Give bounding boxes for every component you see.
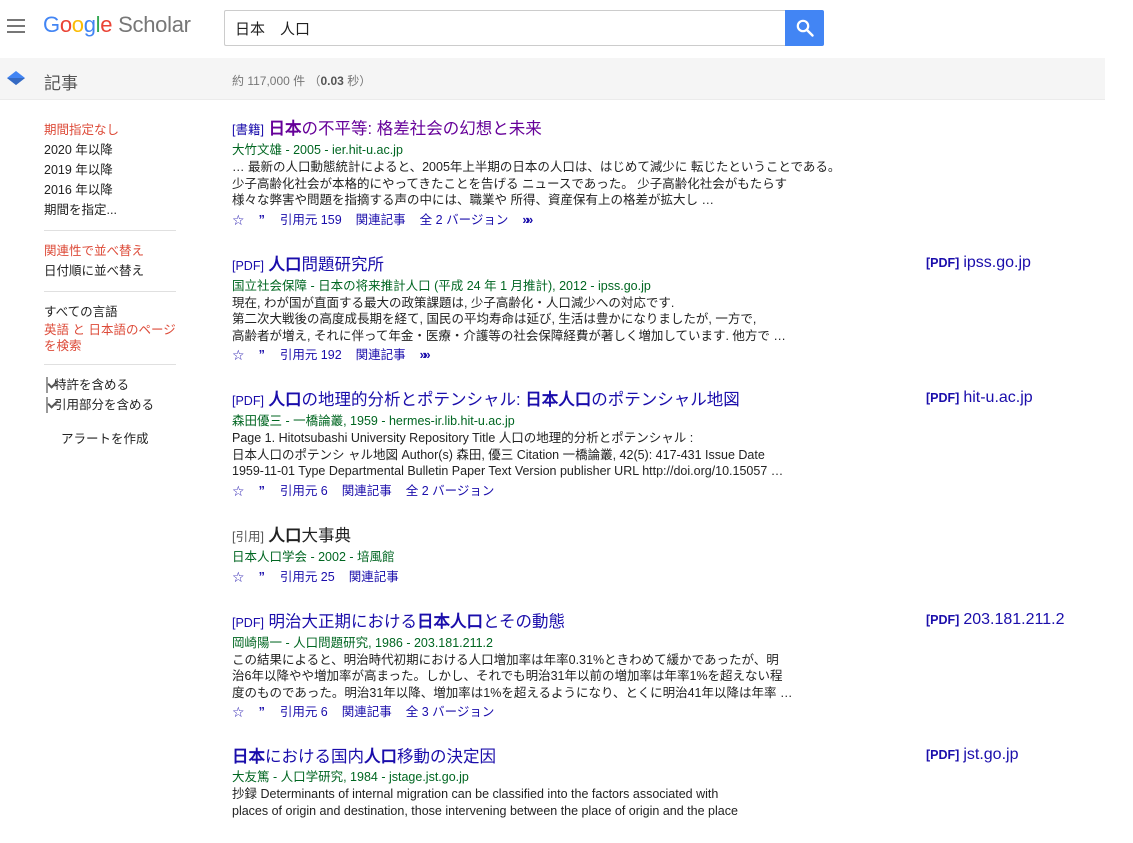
result-title-link[interactable]: 明治大正期における日本人口とその動態 (269, 613, 566, 631)
sort-by-relevance[interactable]: 関連性で並べ替え (44, 241, 184, 261)
result-item: [PDF] 明治大正期における日本人口とその動態 岡崎陽一 - 人口問題研究, … (232, 611, 1112, 723)
star-icon[interactable]: ☆ (232, 702, 245, 722)
related-articles-link[interactable]: 関連記事 (356, 210, 406, 230)
result-actions: ☆ ” 引用元 159 関連記事 全 2 バージョン »» (232, 210, 1112, 230)
result-snippet: … 最新の人口動態統計によると、2005年上半期の日本の人口は、はじめて減少に … (232, 160, 841, 207)
cited-by-link[interactable]: 引用元 6 (280, 702, 328, 722)
filter-since-2016[interactable]: 2016 年以降 (44, 180, 184, 200)
search-input[interactable] (225, 11, 785, 45)
divider (44, 364, 176, 365)
sidebar: 期間指定なし 2020 年以降 2019 年以降 2016 年以降 期間を指定.… (44, 120, 184, 449)
pdf-side-link[interactable]: [PDF] 203.181.211.2 (926, 611, 1064, 629)
result-item: [引用] 人口大事典 日本人口学会 - 2002 - 培風館 ☆ ” 引用元 2… (232, 525, 1112, 587)
result-count: 約 117,000 件 （0.03 秒） (232, 74, 372, 88)
cite-quote-icon[interactable]: ” (259, 567, 265, 587)
result-snippet: この結果によると、明治時代初期における人口増加率は年率0.31%ときわめて緩かで… (232, 652, 793, 700)
result-meta: 森田優三 - 一橋論叢, 1959 - hermes-ir.lib.hit-u.… (232, 414, 515, 428)
result-title-link[interactable]: 人口問題研究所 (269, 256, 385, 274)
lang-all[interactable]: すべての言語 (44, 302, 184, 322)
cited-by-link[interactable]: 引用元 6 (280, 481, 328, 501)
result-title-link[interactable]: 日本の不平等: 格差社会の幻想と未来 (269, 120, 542, 138)
section-title: 記事 (44, 74, 78, 93)
star-icon[interactable]: ☆ (232, 210, 245, 230)
cited-by-link[interactable]: 引用元 192 (280, 345, 342, 365)
checkbox-checked-icon (46, 397, 48, 413)
related-articles-link[interactable]: 関連記事 (356, 345, 406, 365)
graduation-cap-icon (7, 71, 25, 85)
result-item: [書籍] 日本の不平等: 格差社会の幻想と未来 大竹文雄 - 2005 - ie… (232, 118, 1112, 230)
more-chevron-icon[interactable]: »» (420, 345, 431, 365)
pdf-side-link[interactable]: [PDF] jst.go.jp (926, 746, 1018, 764)
result-meta: 大友篤 - 人口学研究, 1984 - jstage.jst.go.jp (232, 770, 469, 784)
filter-any-time[interactable]: 期間指定なし (44, 120, 184, 140)
result-title: [書籍] 日本の不平等: 格差社会の幻想と未来 (232, 120, 542, 138)
results-list: [書籍] 日本の不平等: 格差社会の幻想と未来 大竹文雄 - 2005 - ie… (232, 118, 1112, 843)
result-actions: ☆ ” 引用元 6 関連記事 全 3 バージョン (232, 702, 1112, 722)
related-articles-link[interactable]: 関連記事 (349, 567, 399, 587)
related-articles-link[interactable]: 関連記事 (342, 702, 392, 722)
divider (44, 291, 176, 292)
hamburger-icon[interactable] (7, 19, 25, 33)
search-icon (796, 19, 814, 37)
top-bar: Google Scholar (0, 0, 1133, 58)
star-icon[interactable]: ☆ (232, 345, 245, 365)
result-snippet: 現在, わが国が直面する最大の政策課題は, 少子高齢化・人口減少への対応です. 第… (232, 295, 786, 343)
result-actions: ☆ ” 引用元 6 関連記事 全 2 バージョン (232, 481, 1112, 501)
result-meta: 大竹文雄 - 2005 - ier.hit-u.ac.jp (232, 143, 403, 157)
result-title-link[interactable]: 人口の地理的分析とポテンシャル: 日本人口のポテンシャル地図 (269, 391, 740, 409)
filter-since-2020[interactable]: 2020 年以降 (44, 140, 184, 160)
search-box (224, 10, 785, 46)
sub-bar: 記事 約 117,000 件 （0.03 秒） (0, 58, 1105, 100)
result-actions: ☆ ” 引用元 192 関連記事 »» (232, 345, 1112, 365)
result-title-text: 人口大事典 (268, 526, 352, 545)
result-meta: 日本人口学会 - 2002 - 培風館 (232, 549, 395, 564)
result-title: [引用] 人口大事典 (232, 526, 352, 545)
cite-quote-icon[interactable]: ” (259, 210, 265, 230)
pdf-side-link[interactable]: [PDF] ipss.go.jp (926, 254, 1031, 272)
create-alert-link[interactable]: アラートを作成 (44, 429, 184, 449)
checkbox-checked-icon (46, 377, 48, 393)
star-icon[interactable]: ☆ (232, 567, 245, 587)
cited-by-link[interactable]: 引用元 25 (280, 567, 335, 587)
all-versions-link[interactable]: 全 2 バージョン (406, 481, 495, 501)
cite-quote-icon[interactable]: ” (259, 345, 265, 365)
all-versions-link[interactable]: 全 3 バージョン (406, 702, 495, 722)
more-chevron-icon[interactable]: »» (522, 210, 533, 230)
search-button[interactable] (785, 10, 824, 46)
lang-en-ja[interactable]: 英語 と 日本語のページを検索 (44, 322, 178, 354)
related-articles-link[interactable]: 関連記事 (342, 481, 392, 501)
include-patents-checkbox[interactable]: 特許を含める (44, 375, 184, 395)
result-title-link[interactable]: 日本における国内人口移動の決定因 (232, 748, 496, 766)
result-snippet: 抄録 Determinants of internal migration ca… (232, 787, 738, 818)
result-item: [PDF] 人口の地理的分析とポテンシャル: 日本人口のポテンシャル地図 森田優… (232, 389, 1112, 501)
result-item: [PDF] 人口問題研究所 国立社会保障 - 日本の将来推計人口 (平成 24 … (232, 254, 1112, 366)
pdf-side-link[interactable]: [PDF] hit-u.ac.jp (926, 389, 1033, 407)
result-meta: 国立社会保障 - 日本の将来推計人口 (平成 24 年 1 月推計), 2012… (232, 278, 651, 293)
include-citations-checkbox[interactable]: 引用部分を含める (44, 395, 184, 415)
result-meta: 岡崎陽一 - 人口問題研究, 1986 - 203.181.211.2 (232, 635, 493, 650)
cite-quote-icon[interactable]: ” (259, 702, 265, 722)
cited-by-link[interactable]: 引用元 159 (280, 210, 342, 230)
result-snippet: Page 1. Hitotsubashi University Reposito… (232, 431, 784, 478)
divider (44, 230, 176, 231)
filter-since-2019[interactable]: 2019 年以降 (44, 160, 184, 180)
filter-custom-range[interactable]: 期間を指定... (44, 200, 184, 220)
result-actions: ☆ ” 引用元 25 関連記事 (232, 567, 1112, 587)
cite-quote-icon[interactable]: ” (259, 481, 265, 501)
google-scholar-logo[interactable]: Google Scholar (43, 12, 191, 38)
star-icon[interactable]: ☆ (232, 481, 245, 501)
sort-by-date[interactable]: 日付順に並べ替え (44, 261, 184, 281)
all-versions-link[interactable]: 全 2 バージョン (420, 210, 509, 230)
